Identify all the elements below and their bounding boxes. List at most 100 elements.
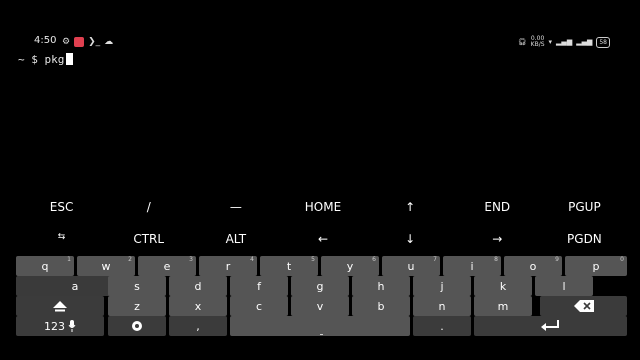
key-y[interactable]: y6 <box>321 256 379 276</box>
extra-key-up[interactable]: ↑ <box>367 200 454 214</box>
gear-icon: ⚙ <box>62 37 71 47</box>
enter-key[interactable] <box>474 316 627 336</box>
key-label: a <box>71 279 79 293</box>
status-time: 4:50 <box>34 35 57 46</box>
extra-key-pgdn[interactable]: PGDN <box>541 232 628 246</box>
key-label: t <box>286 259 292 273</box>
extra-key-dash[interactable]: — <box>192 200 279 214</box>
key-label: x <box>194 299 202 313</box>
microphone-icon <box>68 320 76 332</box>
key-w[interactable]: w2 <box>77 256 135 276</box>
key-label: w <box>101 259 111 273</box>
battery-icon: 58 <box>596 36 610 48</box>
key-label: o <box>529 259 537 273</box>
net-speed-unit: KB/S <box>530 41 545 48</box>
symbols-key-label: 123 <box>44 319 65 333</box>
key-label: j <box>440 279 444 293</box>
key-hint: 6 <box>372 256 376 263</box>
extra-key-slash[interactable]: / <box>105 200 192 214</box>
key-z[interactable]: z <box>108 296 166 316</box>
signal-icon: ▂▄▆ <box>556 38 573 46</box>
backspace-key[interactable] <box>540 296 627 316</box>
key-i[interactable]: i8 <box>443 256 501 276</box>
key-v[interactable]: v <box>291 296 349 316</box>
net-speed: 0.00 KB/S <box>531 36 545 48</box>
status-right-icons: 🎧︎ 0.00 KB/S ▾ ▂▄▆ ▂▄▆ 58 <box>518 36 610 48</box>
key-hint: 5 <box>311 256 315 263</box>
extra-keys-row-1: ESC / — HOME ↑ END PGUP <box>18 200 628 214</box>
emoji-settings-key[interactable] <box>108 316 166 336</box>
key-f[interactable]: f <box>230 276 288 296</box>
key-label: i <box>470 259 474 273</box>
key-label: m <box>497 299 509 313</box>
key-t[interactable]: t5 <box>260 256 318 276</box>
key-e[interactable]: e3 <box>138 256 196 276</box>
key-hint: 0 <box>620 256 624 263</box>
key-c[interactable]: c <box>230 296 288 316</box>
key-label: e <box>163 259 171 273</box>
status-bar: 4:50 ⚙ ❯_ ☁ 🎧︎ 0.00 KB/S ▾ ▂▄▆ ▂▄▆ 58 <box>0 34 640 52</box>
extra-key-ctrl[interactable]: CTRL <box>105 232 192 246</box>
extra-keys-row-2: ⇆ CTRL ALT ← ↓ → PGDN <box>18 232 628 246</box>
extra-key-left[interactable]: ← <box>279 232 366 246</box>
key-r[interactable]: r4 <box>199 256 257 276</box>
terminal-cursor <box>66 53 74 65</box>
headset-icon: 🎧︎ <box>517 38 527 46</box>
key-label: p <box>592 259 600 273</box>
terminal-prompt-icon: ❯_ <box>88 37 101 47</box>
key-hint: 8 <box>494 256 498 263</box>
key-o[interactable]: o9 <box>504 256 562 276</box>
key-label: q <box>41 259 49 273</box>
symbols-key[interactable]: 123 <box>16 316 104 336</box>
space-key[interactable] <box>230 316 410 336</box>
key-label: y <box>346 259 354 273</box>
key-a[interactable]: a <box>46 276 104 296</box>
key-x[interactable]: x <box>169 296 227 316</box>
shift-key[interactable] <box>16 296 104 316</box>
key-label: h <box>377 279 385 293</box>
extra-key-end[interactable]: END <box>454 200 541 214</box>
key-j[interactable]: j <box>413 276 471 296</box>
key-d[interactable]: d <box>169 276 227 296</box>
key-label: n <box>438 299 446 313</box>
key-s[interactable]: s <box>108 276 166 296</box>
key-hint: 1 <box>67 256 71 263</box>
key-b[interactable]: b <box>352 296 410 316</box>
key-n[interactable]: n <box>413 296 471 316</box>
key-m[interactable]: m <box>474 296 532 316</box>
key-label: g <box>316 279 324 293</box>
settings-icon <box>132 321 142 331</box>
shift-arrow-icon <box>53 301 67 312</box>
key-l[interactable]: l <box>535 276 593 296</box>
key-label: u <box>407 259 415 273</box>
extra-key-pgup[interactable]: PGUP <box>541 200 628 214</box>
key-u[interactable]: u7 <box>382 256 440 276</box>
key-label: c <box>255 299 263 313</box>
comma-key-label: , <box>196 319 200 333</box>
signal-icon-2: ▂▄▆ <box>576 38 593 46</box>
extra-key-home[interactable]: HOME <box>279 200 366 214</box>
key-q[interactable]: q1 <box>16 256 74 276</box>
key-g[interactable]: g <box>291 276 349 296</box>
extra-key-tab[interactable]: ⇆ <box>18 232 105 246</box>
comma-key[interactable]: , <box>169 316 227 336</box>
key-k[interactable]: k <box>474 276 532 296</box>
extra-key-esc[interactable]: ESC <box>18 200 105 214</box>
extra-key-alt[interactable]: ALT <box>192 232 279 246</box>
key-hint: 9 <box>555 256 559 263</box>
terminal-output[interactable]: ~ $ pkg <box>18 53 74 66</box>
key-h[interactable]: h <box>352 276 410 296</box>
extra-key-down[interactable]: ↓ <box>367 232 454 246</box>
key-label: b <box>377 299 385 313</box>
key-hint: 7 <box>433 256 437 263</box>
key-label: d <box>194 279 202 293</box>
key-hint: 3 <box>189 256 193 263</box>
enter-icon <box>540 320 559 331</box>
period-key[interactable]: . <box>413 316 471 336</box>
extra-key-right[interactable]: → <box>454 232 541 246</box>
key-label: r <box>225 259 231 273</box>
key-p[interactable]: p0 <box>565 256 627 276</box>
terminal-command: pkg <box>44 53 65 66</box>
status-left-icons: ⚙ ❯_ ☁ <box>62 36 113 48</box>
key-label: z <box>134 299 140 313</box>
